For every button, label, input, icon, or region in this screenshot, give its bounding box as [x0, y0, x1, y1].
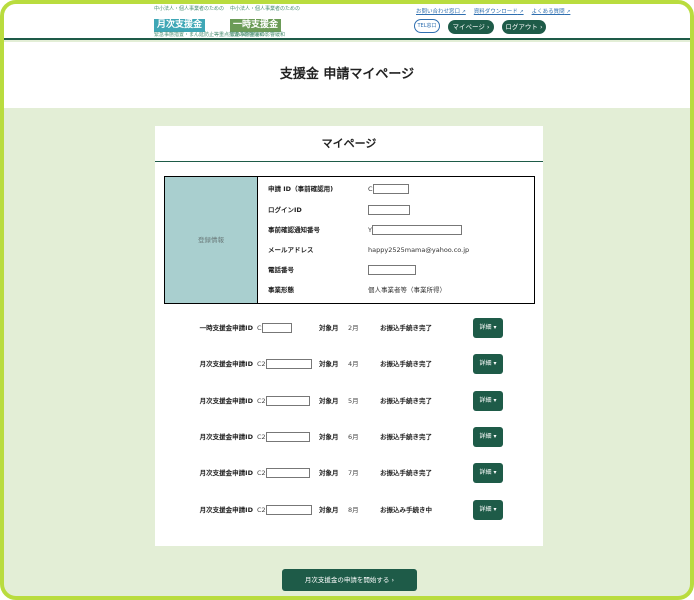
browser-frame: 中小法人・個人事業者のための 月次支援金 緊急事態措置・まん延防止等重点措置の影… [0, 0, 694, 600]
month-value: 6月 [348, 433, 359, 441]
month-value: 5月 [348, 397, 359, 405]
temporary-support-logo[interactable]: 中小法人・個人事業者のための 一時支援金 緊急事態宣言の影響緩和 [230, 6, 301, 38]
phone-icon[interactable]: TEL窓口 [414, 19, 440, 33]
info-label: 電話番号 [268, 266, 294, 274]
info-label: 事前確認通知番号 [268, 226, 320, 234]
site-header: 中小法人・個人事業者のための 月次支援金 緊急事態措置・まん延防止等重点措置の影… [4, 4, 690, 40]
faq-link[interactable]: よくある質問 [532, 7, 571, 15]
info-value: C [368, 183, 409, 195]
logo-caption: 中小法人・個人事業者のための [230, 6, 301, 12]
month-label: 対象月 [319, 324, 339, 332]
status-text: お振込手続き完了 [380, 469, 432, 477]
logo-name: 月次支援金 [154, 19, 206, 32]
info-value: 個人事業者等（事業所得） [368, 286, 446, 294]
id-prefix: C2 [257, 506, 266, 514]
id-prefix: C2 [257, 360, 266, 368]
application-id: C2 [257, 354, 312, 374]
application-id: C [257, 318, 292, 338]
logout-button[interactable]: ログアウト › [502, 20, 546, 34]
mypage-card: マイページ 登録情報 申請 ID（事前確認用) C ログインID 事前確認通知番… [155, 126, 543, 546]
application-row: 月次支援金申請ID C2 対象月 6月 お振込手続き完了 詳細 ▾ [155, 427, 543, 447]
application-id: C2 [257, 427, 310, 447]
info-value: happy2525mama@yahoo.co.jp [368, 246, 470, 254]
month-value: 2月 [348, 324, 359, 332]
month-value: 8月 [348, 506, 359, 514]
logo-name: 一時支援金 [230, 19, 282, 32]
status-text: お振込手続き完了 [380, 360, 432, 368]
id-prefix: C2 [257, 469, 266, 477]
application-label: 月次支援金申請ID [199, 469, 253, 477]
info-value [368, 264, 416, 276]
details-button[interactable]: 詳細 ▾ [473, 391, 503, 411]
redaction-box [368, 205, 410, 215]
start-monthly-application-button[interactable]: 月次支援金の申請を開始する › [282, 569, 417, 591]
application-row: 一時支援金申請ID C 対象月 2月 お振込手続き完了 詳細 ▾ [155, 318, 543, 338]
application-id: C2 [257, 500, 312, 520]
redaction-box [261, 323, 292, 333]
redaction-box [368, 265, 416, 275]
page-title: 支援金 申請マイページ [279, 67, 415, 82]
redaction-box [265, 505, 312, 515]
info-label: 事業形態 [268, 286, 294, 294]
redaction-box [265, 432, 310, 442]
status-text: お振込手続き完了 [380, 397, 432, 405]
application-label: 月次支援金申請ID [199, 360, 253, 368]
registration-side-label: 登録情報 [165, 177, 258, 303]
registration-info-table: 登録情報 申請 ID（事前確認用) C ログインID 事前確認通知番号 Y メー… [164, 176, 535, 304]
id-prefix: C2 [257, 397, 266, 405]
id-prefix: C2 [257, 433, 266, 441]
month-value: 7月 [348, 469, 359, 477]
application-row: 月次支援金申請ID C2 対象月 5月 お振込手続き完了 詳細 ▾ [155, 391, 543, 411]
info-label: 申請 ID（事前確認用) [268, 185, 334, 193]
application-row: 月次支援金申請ID C2 対象月 7月 お振込手続き完了 詳細 ▾ [155, 463, 543, 483]
download-link[interactable]: 資料ダウンロード [474, 7, 524, 15]
month-label: 対象月 [319, 469, 339, 477]
month-label: 対象月 [319, 360, 339, 368]
application-label: 月次支援金申請ID [199, 397, 253, 405]
details-button[interactable]: 詳細 ▾ [473, 427, 503, 447]
details-button[interactable]: 詳細 ▾ [473, 318, 503, 338]
month-label: 対象月 [319, 433, 339, 441]
application-label: 月次支援金申請ID [199, 433, 253, 441]
application-row: 月次支援金申請ID C2 対象月 8月 お振込み手続き中 詳細 ▾ [155, 500, 543, 520]
details-button[interactable]: 詳細 ▾ [473, 500, 503, 520]
redaction-box [265, 468, 310, 478]
logo-sub: 緊急事態宣言の影響緩和 [230, 32, 286, 38]
status-text: お振込手続き完了 [380, 433, 432, 441]
redaction-box [372, 184, 409, 194]
info-label: ログインID [268, 206, 302, 214]
month-value: 4月 [348, 360, 359, 368]
redaction-box [265, 396, 310, 406]
application-label: 一時支援金申請ID [199, 324, 253, 332]
details-button[interactable]: 詳細 ▾ [473, 354, 503, 374]
application-row: 月次支援金申請ID C2 対象月 4月 お振込手続き完了 詳細 ▾ [155, 354, 543, 374]
inquiry-link[interactable]: お問い合わせ窓口 [416, 7, 466, 15]
info-value [368, 204, 410, 216]
redaction-box [265, 359, 312, 369]
mypage-button[interactable]: マイページ › [448, 20, 494, 34]
details-button[interactable]: 詳細 ▾ [473, 463, 503, 483]
month-label: 対象月 [319, 397, 339, 405]
card-title: マイページ [155, 126, 543, 162]
status-text: お振込手続き完了 [380, 324, 432, 332]
info-value: Y [368, 224, 462, 236]
info-label: メールアドレス [268, 246, 314, 254]
application-label: 月次支援金申請ID [199, 506, 253, 514]
month-label: 対象月 [319, 506, 339, 514]
header-links: お問い合わせ窓口 資料ダウンロード よくある質問 [416, 7, 570, 15]
redaction-box [371, 225, 462, 235]
application-id: C2 [257, 391, 310, 411]
application-id: C2 [257, 463, 310, 483]
title-bar: 支援金 申請マイページ [4, 42, 690, 108]
status-text: お振込み手続き中 [380, 506, 432, 514]
